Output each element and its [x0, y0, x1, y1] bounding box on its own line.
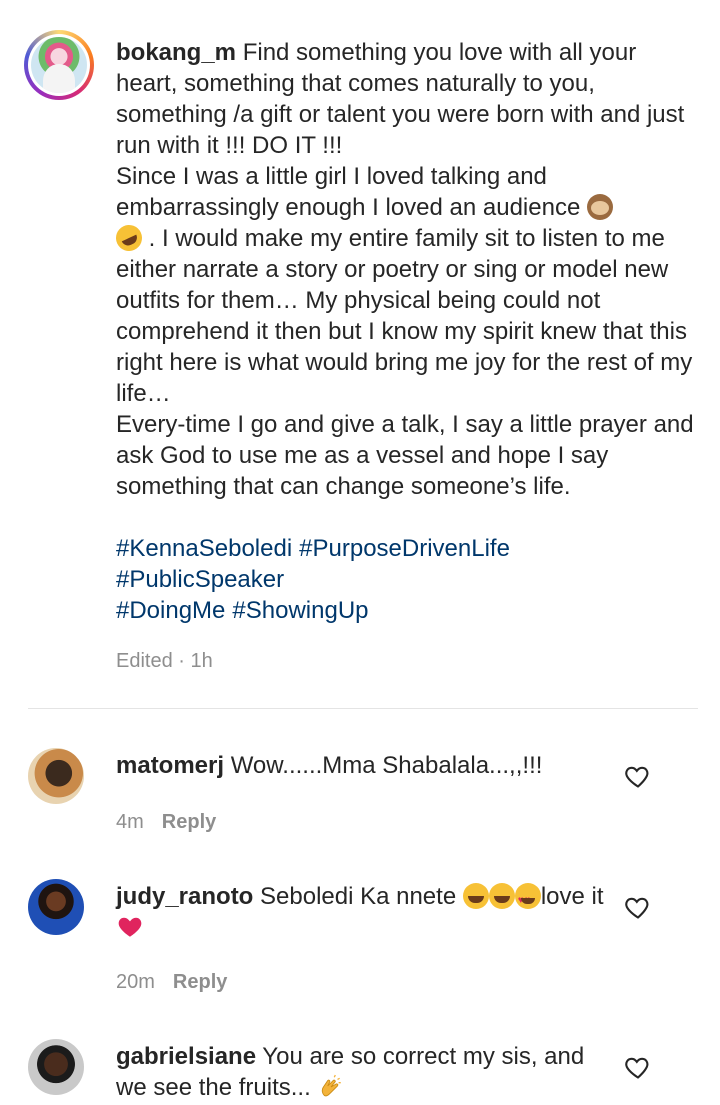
- comment-time: 4m: [116, 811, 144, 833]
- reply-button[interactable]: Reply: [162, 811, 216, 833]
- hashtags: #KennaSeboledi #PurposeDrivenLife #Public…: [116, 533, 701, 626]
- hashtag-link[interactable]: #KennaSeboledi: [116, 535, 292, 562]
- comment-meta: 20m Reply: [116, 971, 227, 994]
- laughing-emoji: [462, 883, 489, 909]
- clapping-hands-emoji: [322, 1074, 342, 1097]
- hashtag-link[interactable]: #PublicSpeaker: [116, 566, 284, 593]
- author-username[interactable]: bokang_m: [116, 39, 236, 66]
- heart-eyes-emoji: [514, 883, 541, 916]
- reply-button[interactable]: Reply: [173, 971, 227, 993]
- comment-text: gabrielsiane You are so correct my sis, …: [116, 1043, 585, 1101]
- edited-timestamp: Edited · 1h: [116, 650, 213, 672]
- commenter-username[interactable]: matomerj: [116, 752, 224, 779]
- commenter-username[interactable]: gabrielsiane: [116, 1043, 256, 1070]
- red-heart-emoji: [118, 917, 142, 937]
- divider: [28, 708, 698, 709]
- commenter-avatar[interactable]: [28, 879, 84, 935]
- comment-meta: 4m Reply: [116, 811, 216, 834]
- author-avatar-image: [31, 37, 87, 93]
- heart-outline-icon[interactable]: [624, 762, 652, 790]
- author-avatar[interactable]: [24, 30, 94, 100]
- caption-text: bokang_m Find something you love with al…: [111, 37, 701, 502]
- heart-outline-icon[interactable]: [624, 1053, 652, 1081]
- commenter-avatar[interactable]: [28, 748, 84, 804]
- commenter-avatar[interactable]: [28, 1039, 84, 1095]
- heart-outline-icon[interactable]: [624, 893, 652, 921]
- comment-text: judy_ranoto Seboledi Ka nnete love it: [116, 881, 606, 943]
- comment-text: matomerj Wow......Mma Shabalala...,,!!!: [116, 752, 543, 779]
- post-caption: bokang_m Find something you love with al…: [0, 0, 720, 700]
- laughing-emoji: [488, 883, 515, 909]
- see-no-evil-monkey-emoji: [586, 194, 613, 220]
- hashtag-link[interactable]: #DoingMe: [116, 597, 225, 624]
- hashtag-link[interactable]: #ShowingUp: [232, 597, 368, 624]
- hashtag-link[interactable]: #PurposeDrivenLife: [299, 535, 510, 562]
- commenter-username[interactable]: judy_ranoto: [116, 883, 253, 910]
- comment-time: 20m: [116, 971, 155, 993]
